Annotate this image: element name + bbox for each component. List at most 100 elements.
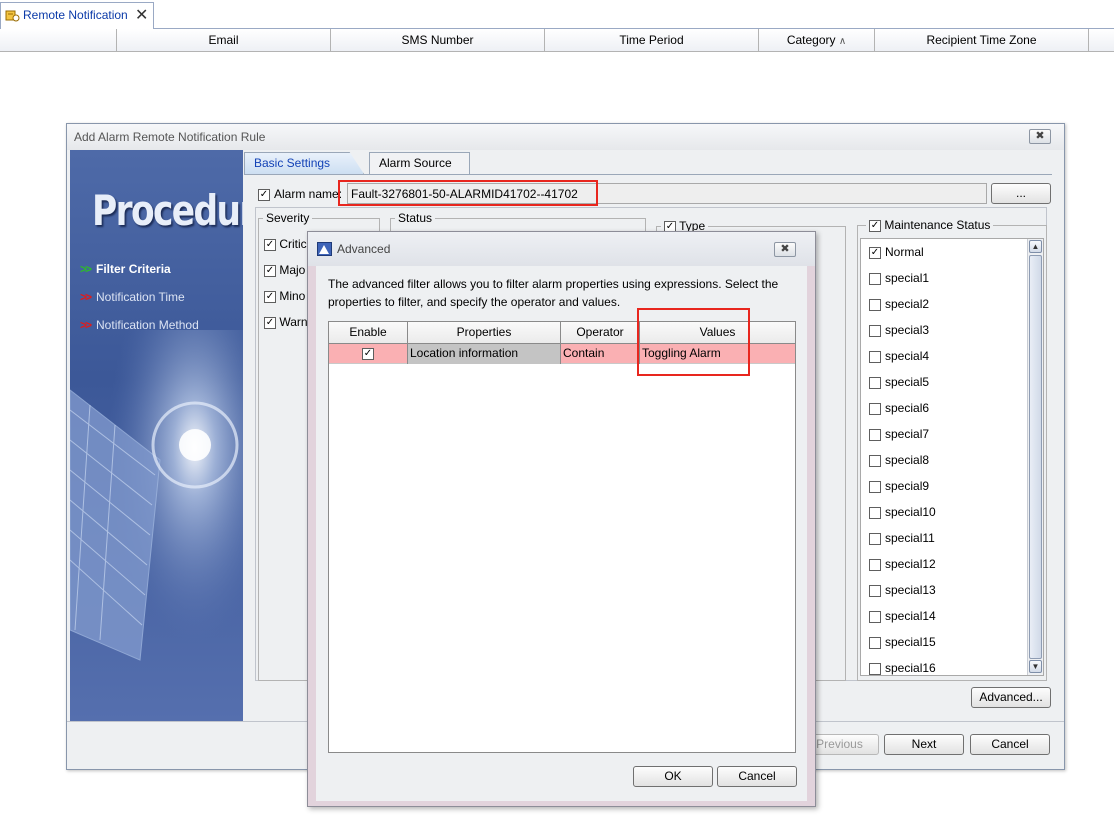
list-item[interactable]: special9	[869, 479, 929, 493]
list-item[interactable]: special11	[869, 531, 935, 545]
list-item[interactable]: special13	[869, 583, 936, 597]
column-header-time-period[interactable]: Time Period	[544, 29, 758, 51]
scroll-thumb[interactable]	[1029, 255, 1042, 659]
close-button[interactable]: ✖	[774, 242, 796, 257]
ok-button[interactable]: OK	[633, 766, 713, 787]
column-header-label: Category	[786, 33, 836, 47]
advanced-dialog: Advanced ✖ The advanced filter allows yo…	[307, 231, 816, 807]
list-item[interactable]: ✓ Normal	[869, 245, 924, 259]
checkbox[interactable]	[869, 324, 881, 337]
status-label: Status	[395, 211, 436, 225]
operator-cell[interactable]: Contain	[561, 344, 640, 364]
list-item-label: special11	[885, 531, 935, 545]
step-arrow-icon: >>	[80, 290, 92, 304]
close-button[interactable]: ✖	[1029, 129, 1051, 144]
list-item[interactable]: special5	[869, 375, 929, 389]
checkbox[interactable]	[869, 636, 881, 649]
severity-item-label: Majo	[279, 263, 306, 277]
checkbox[interactable]	[869, 454, 881, 467]
highlight-box	[338, 180, 598, 206]
list-item[interactable]: special6	[869, 401, 929, 415]
procedure-panel: Procedure >> Filter Criteria >> Notificati…	[70, 150, 243, 721]
checkbox[interactable]	[869, 610, 881, 623]
scroll-down-icon[interactable]: ▼	[1029, 660, 1042, 673]
advanced-titlebar: Advanced ✖	[308, 232, 815, 266]
severity-warning[interactable]: ✓ Warn	[264, 315, 308, 329]
list-item[interactable]: special2	[869, 297, 929, 311]
alarm-name-label: Alarm name:	[274, 187, 343, 201]
alarm-name-checkbox[interactable]: ✓	[258, 187, 270, 201]
list-item-label: special10	[885, 505, 936, 519]
list-item-label: special14	[885, 609, 936, 623]
header-operator[interactable]: Operator	[561, 322, 640, 343]
checkbox[interactable]	[869, 428, 881, 441]
list-item-label: Normal	[885, 245, 924, 259]
close-icon[interactable]: ✕	[135, 5, 148, 25]
tab-label: Remote Notification	[23, 8, 128, 22]
checkbox[interactable]	[869, 506, 881, 519]
severity-item-label: Critic	[279, 237, 307, 251]
severity-item-label: Mino	[279, 289, 306, 303]
severity-item-label: Warn	[279, 315, 308, 329]
column-header-category[interactable]: Category ∧	[758, 29, 874, 51]
step-label: Notification Method	[96, 318, 199, 332]
checkbox[interactable]	[869, 376, 881, 389]
checkbox[interactable]	[869, 298, 881, 311]
procedure-title: Procedure	[92, 186, 243, 235]
advanced-button[interactable]: Advanced...	[971, 687, 1051, 708]
list-item-label: special9	[885, 479, 930, 493]
checkbox[interactable]	[869, 558, 881, 571]
list-item[interactable]: special4	[869, 349, 929, 363]
list-item[interactable]: special8	[869, 453, 929, 467]
list-item[interactable]: special1	[869, 271, 929, 285]
list-item[interactable]: special7	[869, 427, 929, 441]
tab-strip	[0, 0, 1114, 29]
list-item[interactable]: special16	[869, 661, 936, 675]
enable-cell[interactable]: ✓	[329, 344, 408, 364]
vertical-scrollbar[interactable]: ▲ ▼	[1027, 239, 1043, 675]
column-header-filler	[1088, 29, 1114, 51]
next-button[interactable]: Next	[884, 734, 964, 755]
column-header-sms[interactable]: SMS Number	[330, 29, 544, 51]
highlight-box	[637, 308, 750, 376]
list-item[interactable]: special10	[869, 505, 936, 519]
column-header-email[interactable]: Email	[116, 29, 330, 51]
checkbox[interactable]: ✓	[869, 246, 881, 259]
checkbox[interactable]	[869, 662, 881, 675]
header-properties[interactable]: Properties	[408, 322, 561, 343]
tab-alarm-source[interactable]: Alarm Source	[369, 152, 470, 174]
browse-button[interactable]: ...	[991, 183, 1051, 204]
header-enable[interactable]: Enable	[329, 322, 408, 343]
cancel-button[interactable]: Cancel	[970, 734, 1050, 755]
checkbox[interactable]	[869, 272, 881, 285]
list-item[interactable]: special14	[869, 609, 936, 623]
tab-basic-settings[interactable]: Basic Settings	[244, 152, 364, 174]
list-item[interactable]: special12	[869, 557, 936, 571]
list-item-label: special2	[885, 297, 930, 311]
tab-remote-notification[interactable]: Remote Notification ✕	[0, 2, 154, 29]
maintenance-label: Maintenance Status	[884, 218, 991, 232]
checkbox[interactable]	[869, 402, 881, 415]
table-header: Email SMS Number Time Period Category ∧ …	[0, 29, 1114, 52]
list-item[interactable]: special3	[869, 323, 929, 337]
column-header-timezone[interactable]: Recipient Time Zone	[874, 29, 1088, 51]
maintenance-header[interactable]: ✓ Maintenance Status	[866, 218, 994, 232]
advanced-icon	[317, 242, 332, 256]
list-item-label: special13	[885, 583, 936, 597]
dialog-title: Add Alarm Remote Notification Rule	[74, 130, 266, 144]
checkbox[interactable]	[869, 350, 881, 363]
scroll-up-icon[interactable]: ▲	[1029, 240, 1042, 253]
severity-major[interactable]: ✓ Majo	[264, 263, 305, 277]
checkbox[interactable]	[869, 532, 881, 545]
list-item-label: special1	[885, 271, 930, 285]
list-item[interactable]: special15	[869, 635, 936, 649]
property-cell[interactable]: Location information	[408, 344, 561, 364]
filter-table: Enable Properties Operator Values ✓ Loca…	[328, 321, 796, 753]
cancel-button[interactable]: Cancel	[717, 766, 797, 787]
checkbox[interactable]	[869, 584, 881, 597]
severity-critical[interactable]: ✓ Critic	[264, 237, 307, 251]
severity-minor[interactable]: ✓ Mino	[264, 289, 305, 303]
checkbox[interactable]	[869, 480, 881, 493]
step-arrow-icon: >>	[80, 318, 92, 332]
list-item-label: special5	[885, 375, 930, 389]
